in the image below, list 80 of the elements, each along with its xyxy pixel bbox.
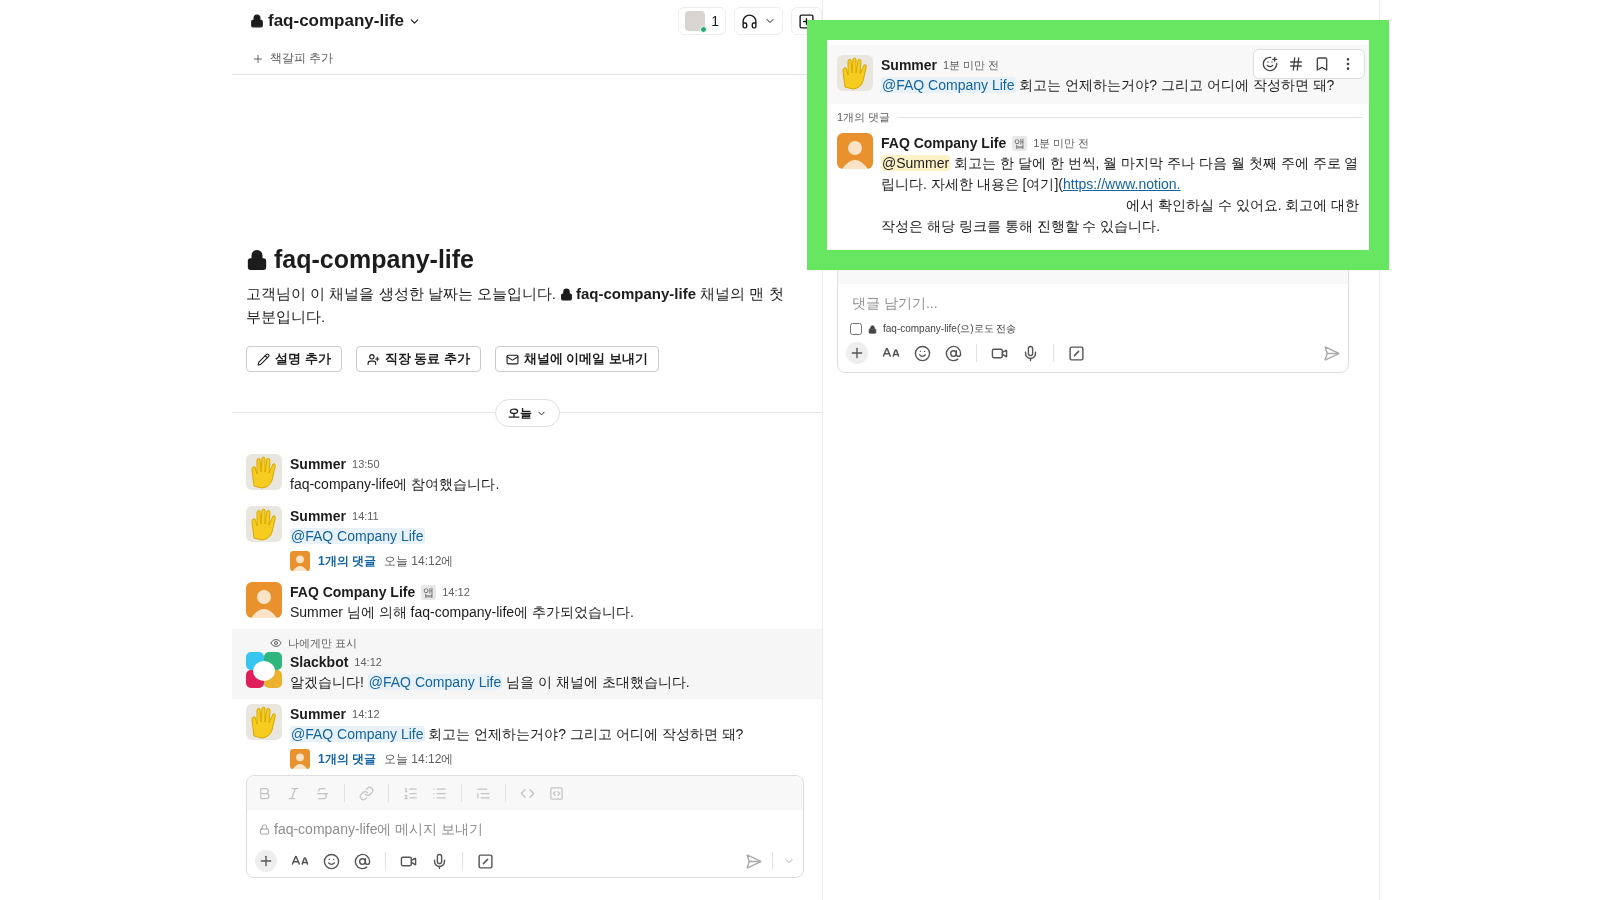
add-reaction-icon[interactable] (1260, 54, 1280, 74)
person-avatar (837, 133, 873, 169)
message-time[interactable]: 14:12 (354, 656, 382, 669)
bot-avatar (246, 652, 282, 689)
channel-title[interactable]: faq-company-life (250, 11, 422, 32)
author-name[interactable]: Summer (290, 508, 347, 525)
author-name[interactable]: Summer (881, 57, 938, 73)
eye-icon (270, 637, 282, 650)
hand-avatar (246, 704, 282, 741)
message-input[interactable]: faq-company-life에 메시지 보내기 (272, 820, 791, 839)
message-text: @Summer 회고는 한 달에 한 번씩, 월 마지막 주나 다음 월 첫째 주에 주로 열립니다. 자세한 내용은 [여기](https://www.notion. 에서 확인하실 수 있어요. 회고에 대한 작성은 해당 링크를 통해 진행할 수 있습니다. (881, 154, 1361, 236)
microphone-icon[interactable] (431, 852, 448, 870)
mention-icon[interactable] (354, 852, 371, 870)
plus-button[interactable] (846, 342, 868, 364)
plus-icon (252, 52, 264, 65)
microphone-icon[interactable] (1022, 344, 1039, 362)
thread-replies-link[interactable]: 1개의 댓글 오늘 14:12에 (290, 551, 454, 572)
author-name[interactable]: FAQ Company Life (290, 584, 416, 601)
mention-link[interactable]: @Summer (881, 155, 951, 171)
author-name[interactable]: Slackbot (290, 654, 349, 671)
person-add-icon (366, 352, 380, 366)
author-name[interactable]: FAQ Company Life (881, 135, 1007, 151)
message-text: 알겠습니다! @FAQ Company Life 님을 이 채널에 초대했습니다. (290, 673, 690, 693)
message-time[interactable]: 1분 미만 전 (943, 57, 1000, 73)
message-time[interactable]: 14:12 (352, 708, 380, 721)
headphones-icon (741, 12, 758, 30)
hand-avatar (246, 454, 282, 491)
intro-action-button[interactable]: 채널에 이메일 보내기 (494, 346, 660, 373)
message-time[interactable]: 14:12 (442, 586, 470, 599)
person-avatar (290, 551, 310, 572)
mention-link[interactable]: @FAQ Company Life (290, 726, 425, 743)
emoji-icon[interactable] (914, 344, 931, 362)
intro-action-button[interactable]: 설명 추가 (246, 346, 342, 373)
lock-icon (250, 14, 264, 29)
reply-input[interactable]: 댓글 남기기... (850, 294, 1035, 312)
huddle-button[interactable] (734, 7, 783, 36)
add-bookmark-button[interactable]: 책갈피 추가 (246, 49, 340, 68)
lock-icon (868, 324, 877, 334)
intro-text: 고객님이 이 채널을 생성한 날짜는 오늘입니다. faq-company-life 채널의 맨 첫 부분입니다. (246, 284, 785, 328)
reply-count: 1개의 댓글 (837, 110, 891, 125)
message-text: faq-company-life에 참여했습니다. (290, 475, 500, 495)
slash-command-icon[interactable] (1068, 344, 1085, 362)
lock-icon (259, 823, 270, 835)
square-plus-icon (798, 12, 815, 30)
mention-link[interactable]: @FAQ Company Life (881, 77, 1016, 93)
ephemeral-note: 나에게만 표시 (288, 635, 358, 651)
mention-icon[interactable] (945, 344, 962, 362)
intro-action-button[interactable]: 직장 동료 추가 (355, 346, 481, 373)
member-avatar (685, 11, 706, 32)
slash-command-icon[interactable] (477, 852, 494, 870)
mention-link[interactable]: @FAQ Company Life (367, 674, 503, 691)
thread-replies-link[interactable]: 1개의 댓글 오늘 14:12에 (290, 749, 744, 770)
url-link[interactable]: https://www.notion. (1063, 176, 1181, 192)
pencil-icon (257, 352, 270, 366)
date-divider-button[interactable]: 오늘 (494, 399, 560, 428)
app-badge: 앱 (1012, 135, 1028, 151)
hand-avatar (837, 55, 873, 91)
person-avatar (246, 582, 282, 619)
app-badge: 앱 (421, 584, 437, 600)
message-text: Summer 님에 의해 faq-company-life에 추가되었습니다. (290, 603, 634, 623)
author-name[interactable]: Summer (290, 456, 347, 473)
lock-icon (246, 248, 268, 271)
message-time[interactable]: 13:50 (352, 458, 380, 471)
intro-title: faq-company-life (274, 245, 475, 275)
message-text: @FAQ Company Life 회고는 언제하는거야? 그리고 어디에 작성하면 돼? (881, 76, 1335, 95)
members-button[interactable]: 1 (678, 7, 726, 36)
mail-icon (505, 352, 519, 366)
plus-button[interactable] (255, 850, 277, 873)
message-text: @FAQ Company Life 회고는 언제하는거야? 그리고 어디에 작성하면 돼? (290, 725, 744, 745)
lock-icon (560, 288, 573, 302)
hand-avatar (246, 506, 282, 543)
also-send-checkbox[interactable] (850, 323, 862, 335)
person-avatar (290, 749, 310, 770)
message-time[interactable]: 14:11 (352, 510, 379, 523)
plus-icon (849, 345, 865, 361)
author-name[interactable]: Summer (290, 706, 347, 723)
message-time[interactable]: 1분 미만 전 (1033, 135, 1090, 151)
emoji-icon[interactable] (323, 852, 340, 870)
also-send-label: faq-company-life(으)로도 전송 (883, 322, 1017, 336)
mention-link[interactable]: @FAQ Company Life (290, 528, 425, 545)
